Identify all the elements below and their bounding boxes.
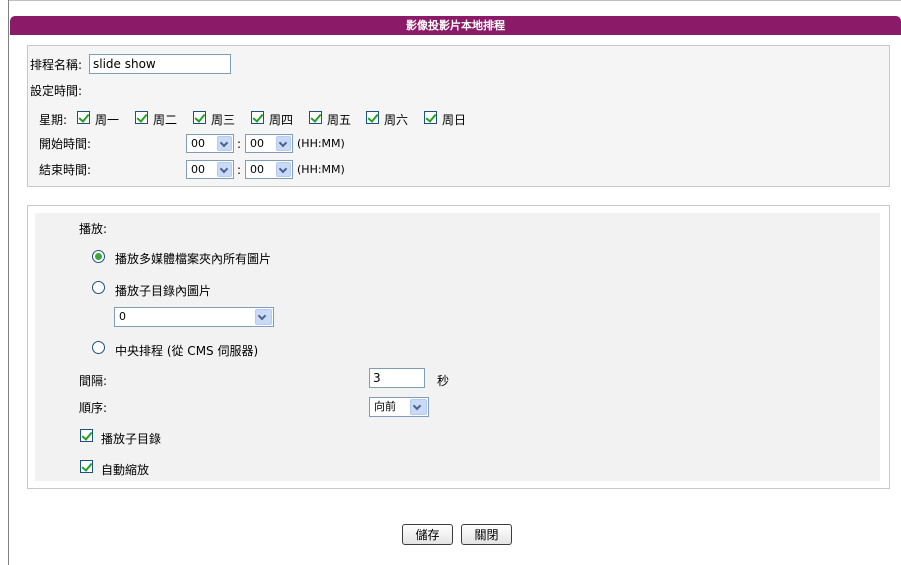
window-top-border [8, 0, 901, 1]
start-time-label: 開始時間: [39, 137, 92, 151]
subdir-select[interactable]: 0 [114, 307, 274, 327]
chevron-down-icon [410, 399, 427, 415]
play-subdir-radio[interactable] [92, 281, 105, 294]
tuesday-checkbox[interactable] [135, 111, 148, 124]
start-hour-value: 00 [191, 137, 205, 150]
end-hour-select[interactable]: 00 [186, 160, 234, 179]
chevron-down-icon [276, 136, 291, 151]
end-time-label: 結束時間: [39, 163, 92, 177]
interval-label: 間隔: [79, 374, 108, 388]
playback-title: 播放: [79, 222, 108, 236]
weekday-label: 星期: [39, 113, 68, 127]
cms-schedule-label: 中央排程 (從 CMS 伺服器) [115, 344, 259, 358]
thursday-label: 周四 [269, 113, 294, 127]
thursday-checkbox[interactable] [251, 111, 264, 124]
set-time-label: 設定時間: [30, 84, 83, 98]
friday-checkbox[interactable] [309, 111, 322, 124]
monday-label: 周一 [95, 113, 120, 127]
chevron-down-icon [255, 309, 272, 325]
start-format-hint: (HH:MM) [297, 137, 345, 150]
play-subdir-label: 播放子目錄內圖片 [115, 284, 212, 298]
play-subdirs-label: 播放子目錄 [101, 432, 162, 446]
saturday-checkbox[interactable] [366, 111, 379, 124]
friday-label: 周五 [327, 113, 352, 127]
start-hour-select[interactable]: 00 [186, 134, 234, 153]
dialog-title: 影像投影片本地排程 [10, 16, 901, 35]
chevron-down-icon [217, 162, 232, 177]
chevron-down-icon [217, 136, 232, 151]
subdir-select-value: 0 [119, 310, 126, 323]
monday-checkbox[interactable] [77, 111, 90, 124]
sunday-checkbox[interactable] [424, 111, 437, 124]
schedule-name-label: 排程名稱: [30, 58, 83, 72]
sunday-label: 周日 [442, 113, 467, 127]
cms-schedule-radio[interactable] [92, 341, 105, 354]
interval-input[interactable]: 3 [369, 368, 425, 388]
end-minute-value: 00 [250, 163, 264, 176]
wednesday-label: 周三 [211, 113, 236, 127]
close-button[interactable]: 關閉 [461, 524, 512, 545]
end-minute-select[interactable]: 00 [245, 160, 293, 179]
play-subdirs-checkbox[interactable] [80, 429, 93, 442]
play-all-label: 播放多媒體檔案夾內所有圖片 [115, 252, 272, 266]
end-format-hint: (HH:MM) [297, 163, 345, 176]
order-label: 順序: [79, 401, 108, 415]
window-left-border [8, 0, 9, 565]
tuesday-label: 周二 [153, 113, 178, 127]
schedule-name-input[interactable]: slide show [89, 54, 231, 74]
chevron-down-icon [276, 162, 291, 177]
start-minute-select[interactable]: 00 [245, 134, 293, 153]
save-button[interactable]: 儲存 [402, 524, 453, 545]
play-all-radio[interactable] [92, 250, 105, 263]
end-colon: : [237, 163, 242, 177]
end-hour-value: 00 [191, 163, 205, 176]
order-select-value: 向前 [374, 400, 396, 413]
wednesday-checkbox[interactable] [193, 111, 206, 124]
order-select[interactable]: 向前 [369, 397, 429, 417]
saturday-label: 周六 [384, 113, 409, 127]
start-minute-value: 00 [250, 137, 264, 150]
start-colon: : [237, 137, 242, 151]
auto-scale-label: 自動縮放 [101, 463, 150, 477]
auto-scale-checkbox[interactable] [80, 460, 93, 473]
interval-unit: 秒 [437, 374, 450, 388]
